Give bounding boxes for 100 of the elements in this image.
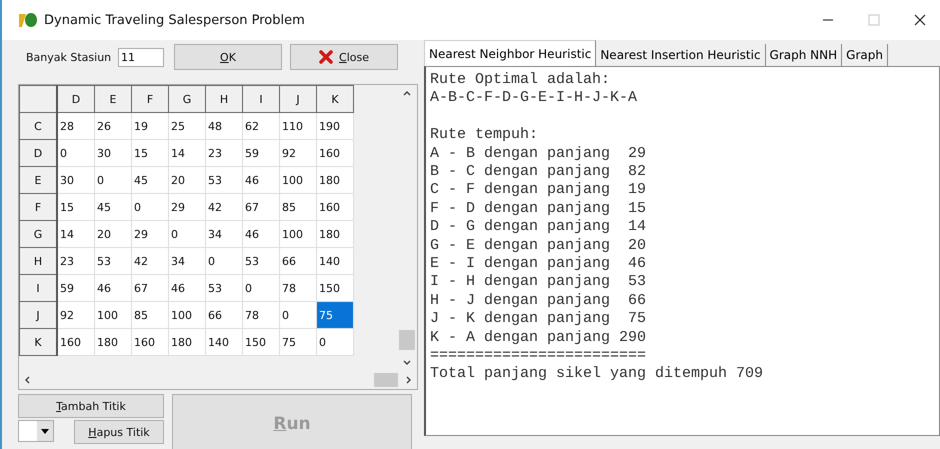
- table-cell[interactable]: 23: [57, 248, 94, 274]
- table-cell[interactable]: 29: [132, 220, 168, 248]
- table-cell[interactable]: 59: [57, 274, 94, 302]
- add-point-button[interactable]: Tambah Titik: [18, 394, 164, 418]
- table-cell[interactable]: 20: [94, 220, 132, 248]
- close-icon: [319, 50, 333, 64]
- scroll-right-icon[interactable]: [406, 376, 411, 384]
- table-cell[interactable]: 85: [132, 302, 168, 328]
- table-cell[interactable]: 160: [132, 328, 168, 356]
- table-cell[interactable]: 100: [168, 302, 206, 328]
- table-cell[interactable]: 75: [280, 328, 316, 356]
- table-cell[interactable]: 53: [242, 248, 280, 274]
- table-cell[interactable]: 46: [168, 274, 206, 302]
- table-cell[interactable]: 62: [242, 112, 280, 140]
- close-icon[interactable]: [914, 14, 926, 26]
- row-header: K: [20, 328, 57, 356]
- tab[interactable]: Nearest Neighbor Heuristic: [424, 40, 596, 66]
- table-cell[interactable]: 180: [94, 328, 132, 356]
- scroll-down-icon[interactable]: [403, 360, 411, 365]
- table-cell[interactable]: 78: [280, 274, 316, 302]
- scroll-thumb[interactable]: [399, 330, 415, 350]
- table-cell[interactable]: 0: [57, 140, 94, 166]
- table-cell[interactable]: 53: [206, 274, 242, 302]
- table-cell[interactable]: 30: [57, 166, 94, 194]
- table-cell[interactable]: 48: [206, 112, 242, 140]
- table-cell[interactable]: 46: [94, 274, 132, 302]
- table-cell[interactable]: 45: [132, 166, 168, 194]
- table-cell[interactable]: 29: [168, 194, 206, 220]
- table-cell[interactable]: 34: [206, 220, 242, 248]
- table-cell[interactable]: 14: [57, 220, 94, 248]
- table-cell[interactable]: 140: [316, 248, 354, 274]
- table-cell[interactable]: 26: [94, 112, 132, 140]
- scroll-left-icon[interactable]: [25, 376, 30, 384]
- table-cell[interactable]: 78: [242, 302, 280, 328]
- table-cell[interactable]: 15: [57, 194, 94, 220]
- scroll-thumb[interactable]: [374, 373, 398, 387]
- table-cell[interactable]: 180: [316, 166, 354, 194]
- table-cell[interactable]: 92: [57, 302, 94, 328]
- column-header: F: [132, 86, 168, 112]
- table-cell[interactable]: 140: [206, 328, 242, 356]
- ok-button[interactable]: OK: [174, 44, 282, 70]
- table-cell[interactable]: 46: [242, 166, 280, 194]
- table-cell[interactable]: 14: [168, 140, 206, 166]
- table-cell[interactable]: 0: [168, 220, 206, 248]
- table-cell[interactable]: 19: [132, 112, 168, 140]
- table-cell[interactable]: 190: [316, 112, 354, 140]
- table-cell[interactable]: 160: [57, 328, 94, 356]
- output-line: A-B-C-F-D-G-E-I-H-J-K-A: [430, 89, 638, 108]
- output-text-area[interactable]: [424, 66, 940, 436]
- output-line: B - C dengan panjang 82: [430, 163, 646, 182]
- table-cell[interactable]: 46: [242, 220, 280, 248]
- table-cell[interactable]: 25: [168, 112, 206, 140]
- table-cell[interactable]: 0: [132, 194, 168, 220]
- table-cell[interactable]: 53: [206, 166, 242, 194]
- window-title: Dynamic Traveling Salesperson Problem: [44, 12, 305, 28]
- table-cell[interactable]: 100: [94, 302, 132, 328]
- table-cell[interactable]: 67: [132, 274, 168, 302]
- table-cell[interactable]: 85: [280, 194, 316, 220]
- table-cell[interactable]: 66: [280, 248, 316, 274]
- table-cell[interactable]: 160: [316, 194, 354, 220]
- table-cell[interactable]: 100: [280, 220, 316, 248]
- table-cell[interactable]: 59: [242, 140, 280, 166]
- table-cell[interactable]: 180: [316, 220, 354, 248]
- column-header: I: [242, 86, 280, 112]
- table-cell[interactable]: 180: [168, 328, 206, 356]
- point-dropdown[interactable]: [18, 420, 54, 442]
- table-cell[interactable]: 150: [242, 328, 280, 356]
- table-cell[interactable]: 42: [132, 248, 168, 274]
- output-line: Rute tempuh:: [430, 126, 538, 145]
- scroll-up-icon[interactable]: [403, 91, 411, 96]
- column-header: H: [206, 86, 242, 112]
- column-header: D: [57, 86, 94, 112]
- table-cell[interactable]: 30: [94, 140, 132, 166]
- table-cell[interactable]: 75: [316, 302, 354, 328]
- table-cell[interactable]: 110: [280, 112, 316, 140]
- table-cell[interactable]: 66: [206, 302, 242, 328]
- table-cell[interactable]: 45: [94, 194, 132, 220]
- table-cell[interactable]: 0: [94, 166, 132, 194]
- table-cell[interactable]: 92: [280, 140, 316, 166]
- output-line: Rute Optimal adalah:: [430, 71, 610, 90]
- row-header: C: [20, 112, 57, 140]
- row-header: G: [20, 220, 57, 248]
- table-cell[interactable]: 23: [206, 140, 242, 166]
- table-cell[interactable]: 160: [316, 140, 354, 166]
- table-cell[interactable]: 67: [242, 194, 280, 220]
- station-count-field[interactable]: 11: [118, 48, 164, 66]
- table-cell[interactable]: 100: [280, 166, 316, 194]
- table-cell[interactable]: 42: [206, 194, 242, 220]
- table-cell[interactable]: 0: [316, 328, 354, 356]
- table-cell[interactable]: 0: [206, 248, 242, 274]
- table-cell[interactable]: 0: [242, 274, 280, 302]
- row-header: D: [20, 140, 57, 166]
- remove-point-button[interactable]: Hapus Titik: [74, 420, 164, 444]
- row-header: I: [20, 274, 57, 302]
- table-cell[interactable]: 20: [168, 166, 206, 194]
- table-cell[interactable]: 53: [94, 248, 132, 274]
- table-cell[interactable]: 15: [132, 140, 168, 166]
- close-button[interactable]: Close: [290, 44, 398, 70]
- table-cell[interactable]: 34: [168, 248, 206, 274]
- table-cell[interactable]: 28: [57, 112, 94, 140]
